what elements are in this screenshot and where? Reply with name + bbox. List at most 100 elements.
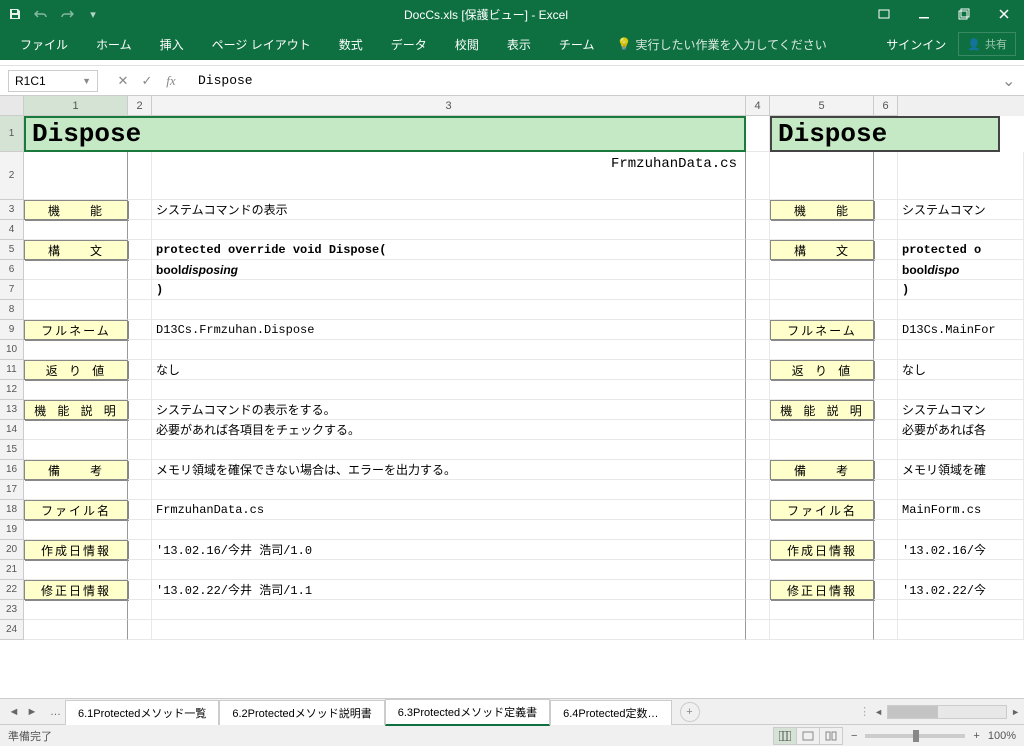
row-header[interactable]: 11 [0, 360, 24, 380]
row-header[interactable]: 8 [0, 300, 24, 320]
share-button[interactable]: 👤 共有 [958, 32, 1016, 56]
label-modified[interactable]: 修正日情報 [770, 580, 874, 600]
sheet-nav-more[interactable]: … [46, 706, 65, 718]
label-created[interactable]: 作成日情報 [770, 540, 874, 560]
hscroll-right-icon[interactable]: ► [1011, 707, 1020, 717]
row-header[interactable]: 2 [0, 152, 24, 200]
value-cell[interactable]: システムコマン [898, 200, 1024, 220]
row-header[interactable]: 21 [0, 560, 24, 580]
value-cell[interactable]: protected override void Dispose( [152, 240, 746, 260]
label-return[interactable]: 返 り 値 [24, 360, 128, 380]
value-cell[interactable]: D13Cs.Frmzuhan.Dispose [152, 320, 746, 340]
select-all-corner[interactable] [0, 96, 24, 116]
row-header[interactable]: 5 [0, 240, 24, 260]
row-header[interactable]: 16 [0, 460, 24, 480]
title-cell[interactable]: Dispose [770, 116, 1000, 152]
name-box[interactable]: R1C1 ▼ [8, 70, 98, 92]
value-cell[interactable]: システムコマンドの表示をする。 [152, 400, 746, 420]
row-header[interactable]: 13 [0, 400, 24, 420]
label-syntax[interactable]: 構 文 [24, 240, 128, 260]
sheet-tab-active[interactable]: 6.3Protectedメソッド定義書 [385, 699, 550, 726]
sheet-tab[interactable]: 6.2Protectedメソッド説明書 [219, 700, 384, 725]
row-header[interactable]: 7 [0, 280, 24, 300]
value-cell[interactable]: '13.02.22/今井 浩司/1.1 [152, 580, 746, 600]
value-cell[interactable]: bool disposing [152, 260, 746, 280]
value-cell[interactable]: '13.02.22/今 [898, 580, 1024, 600]
value-cell[interactable]: なし [152, 360, 746, 380]
row-header[interactable]: 18 [0, 500, 24, 520]
value-cell[interactable]: 必要があれば各項目をチェックする。 [152, 420, 746, 440]
row-header[interactable]: 22 [0, 580, 24, 600]
label-fullname[interactable]: フルネーム [770, 320, 874, 340]
cancel-icon[interactable]: ✕ [112, 70, 134, 92]
value-cell[interactable]: ) [152, 280, 746, 300]
sheet-nav-prev-icon[interactable]: ◄ [6, 704, 22, 720]
tab-insert[interactable]: 挿入 [148, 30, 196, 59]
horizontal-scrollbar[interactable] [887, 705, 1007, 719]
label-created[interactable]: 作成日情報 [24, 540, 128, 560]
label-remarks[interactable]: 備 考 [24, 460, 128, 480]
close-button[interactable] [984, 0, 1024, 28]
row-header[interactable]: 6 [0, 260, 24, 280]
undo-icon[interactable] [32, 5, 50, 23]
row-header[interactable]: 24 [0, 620, 24, 640]
row-header[interactable]: 15 [0, 440, 24, 460]
col-header[interactable]: 3 [152, 96, 746, 116]
value-cell[interactable]: システムコマンドの表示 [152, 200, 746, 220]
label-desc[interactable]: 機 能 説 明 [24, 400, 128, 420]
label-filename[interactable]: ファイル名 [24, 500, 128, 520]
subtitle-cell[interactable]: FrmzuhanData.cs [152, 152, 746, 200]
col-header[interactable]: 6 [874, 96, 898, 116]
value-cell[interactable]: なし [898, 360, 1024, 380]
redo-icon[interactable] [58, 5, 76, 23]
value-cell[interactable]: D13Cs.MainFor [898, 320, 1024, 340]
row-header[interactable]: 23 [0, 600, 24, 620]
label-filename[interactable]: ファイル名 [770, 500, 874, 520]
formula-expand-icon[interactable]: ⌄ [1002, 71, 1020, 91]
label-modified[interactable]: 修正日情報 [24, 580, 128, 600]
row-header[interactable]: 9 [0, 320, 24, 340]
save-icon[interactable] [6, 5, 24, 23]
formula-input[interactable] [188, 70, 1002, 92]
row-header[interactable]: 19 [0, 520, 24, 540]
row-header[interactable]: 4 [0, 220, 24, 240]
sheet-tab[interactable]: 6.4Protected定数… [550, 700, 671, 725]
tab-home[interactable]: ホーム [84, 30, 144, 59]
value-cell[interactable]: メモリ領域を確 [898, 460, 1024, 480]
ribbon-options-button[interactable] [864, 0, 904, 28]
value-cell[interactable]: システムコマン [898, 400, 1024, 420]
row-header[interactable]: 12 [0, 380, 24, 400]
signin-link[interactable]: サインイン [886, 36, 946, 53]
label-function[interactable]: 機 能 [24, 200, 128, 220]
add-sheet-button[interactable]: + [680, 702, 700, 722]
tab-pagelayout[interactable]: ページ レイアウト [200, 30, 323, 59]
enter-icon[interactable]: ✓ [136, 70, 158, 92]
value-cell[interactable]: '13.02.16/今 [898, 540, 1024, 560]
tab-data[interactable]: データ [379, 30, 439, 59]
qat-dropdown-icon[interactable]: ▾ [84, 5, 102, 23]
label-syntax[interactable]: 構 文 [770, 240, 874, 260]
sheet-tab[interactable]: 6.1Protectedメソッド一覧 [65, 700, 219, 725]
value-cell[interactable]: FrmzuhanData.cs [152, 500, 746, 520]
tab-file[interactable]: ファイル [8, 30, 80, 59]
title-cell[interactable]: Dispose [24, 116, 746, 152]
value-cell[interactable]: '13.02.16/今井 浩司/1.0 [152, 540, 746, 560]
row-header[interactable]: 3 [0, 200, 24, 220]
row-header[interactable]: 20 [0, 540, 24, 560]
label-function[interactable]: 機 能 [770, 200, 874, 220]
hscroll-left-icon[interactable]: ◄ [874, 707, 883, 717]
label-fullname[interactable]: フルネーム [24, 320, 128, 340]
value-cell[interactable]: メモリ領域を確保できない場合は、エラーを出力する。 [152, 460, 746, 480]
restore-button[interactable] [944, 0, 984, 28]
col-header[interactable]: 5 [770, 96, 874, 116]
row-header[interactable]: 14 [0, 420, 24, 440]
row-header[interactable]: 1 [0, 116, 24, 152]
sheet-nav-next-icon[interactable]: ► [24, 704, 40, 720]
scrollbar-thumb[interactable] [888, 706, 938, 718]
label-return[interactable]: 返 り 値 [770, 360, 874, 380]
value-cell[interactable]: protected o [898, 240, 1024, 260]
label-remarks[interactable]: 備 考 [770, 460, 874, 480]
tab-team[interactable]: チーム [547, 30, 607, 59]
value-cell[interactable]: MainForm.cs [898, 500, 1024, 520]
tell-me[interactable]: 💡 実行したい作業を入力してください [616, 36, 826, 53]
